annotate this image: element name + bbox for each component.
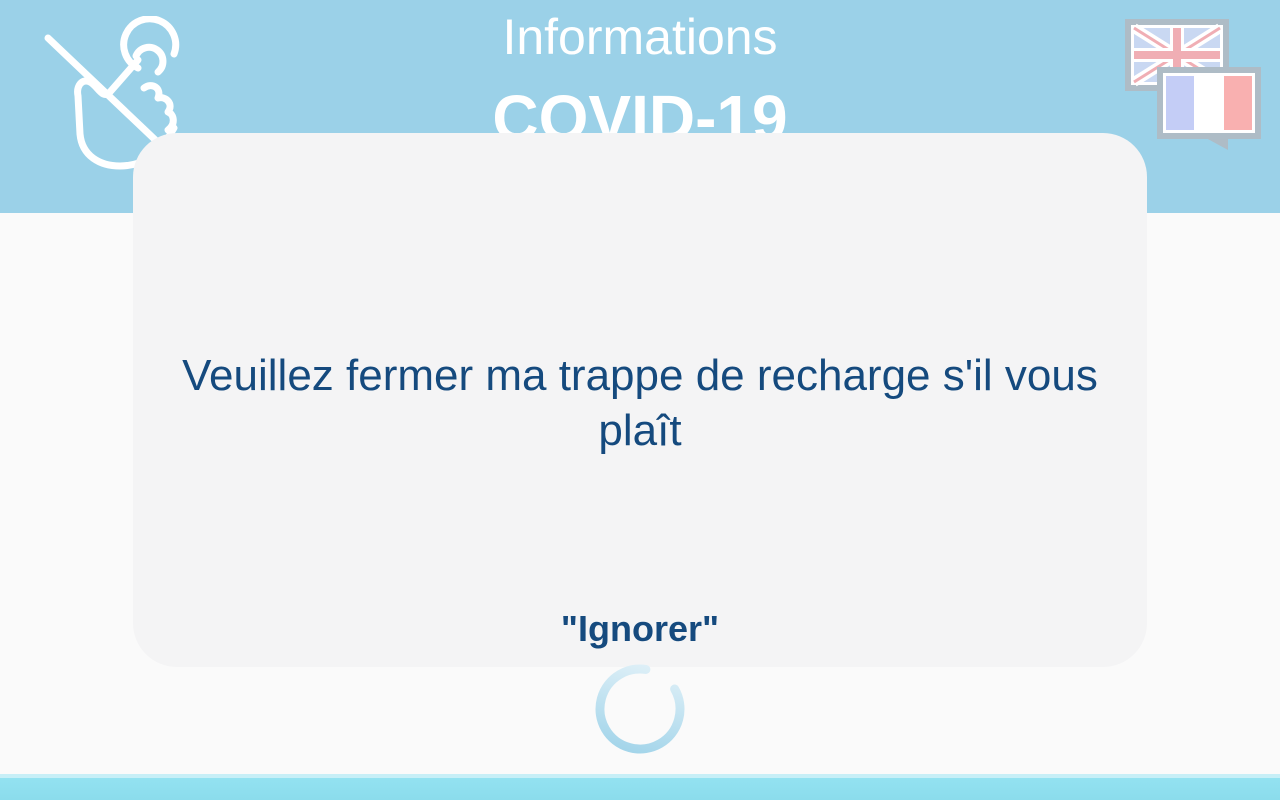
language-switch-flags-icon[interactable] [1124,18,1264,158]
dialog-message: Veuillez fermer ma trappe de recharge s'… [182,351,1098,455]
ignore-button[interactable]: "Ignorer" [133,607,1147,651]
alert-dialog: Veuillez fermer ma trappe de recharge s'… [133,133,1147,667]
footer-bar [0,774,1280,800]
loading-spinner-icon [595,664,685,754]
